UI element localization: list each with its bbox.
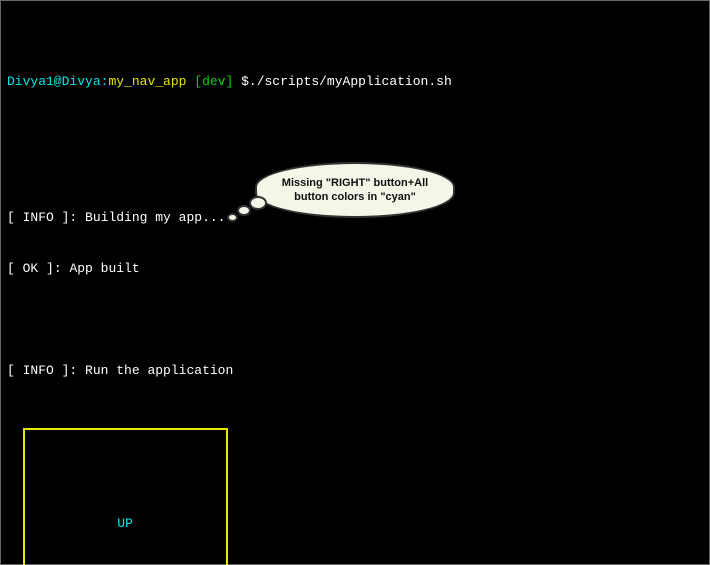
annotation-bubble: Missing "RIGHT" button+All button colors… [255, 128, 455, 252]
log-line: [ OK ]: App built [7, 260, 703, 277]
log-line: [ INFO ]: Run the application [7, 362, 703, 379]
prompt-branch: [dev] [194, 74, 233, 89]
annotation-text-1: Missing "RIGHT" button+All [282, 177, 428, 189]
prompt-dollar: $ [241, 74, 249, 89]
app-output-box: UP LEFT DOWN [23, 428, 228, 565]
bubble-tail-icon [237, 205, 251, 216]
annotation-bubble-body: Missing "RIGHT" button+All button colors… [255, 162, 455, 218]
bubble-tail-icon [249, 196, 267, 210]
annotation-text-2: button colors in "cyan" [294, 191, 416, 203]
prompt-user: Divya1@Divya [7, 74, 101, 89]
terminal-window: Divya1@Divya:my_nav_app [dev] $./scripts… [0, 0, 710, 565]
prompt-line[interactable]: Divya1@Divya:my_nav_app [dev] $./scripts… [7, 73, 703, 90]
prompt-path: my_nav_app [108, 74, 186, 89]
bubble-tail-icon [227, 213, 238, 222]
prompt-command: ./scripts/myApplication.sh [249, 74, 452, 89]
up-button[interactable]: UP [25, 515, 226, 532]
